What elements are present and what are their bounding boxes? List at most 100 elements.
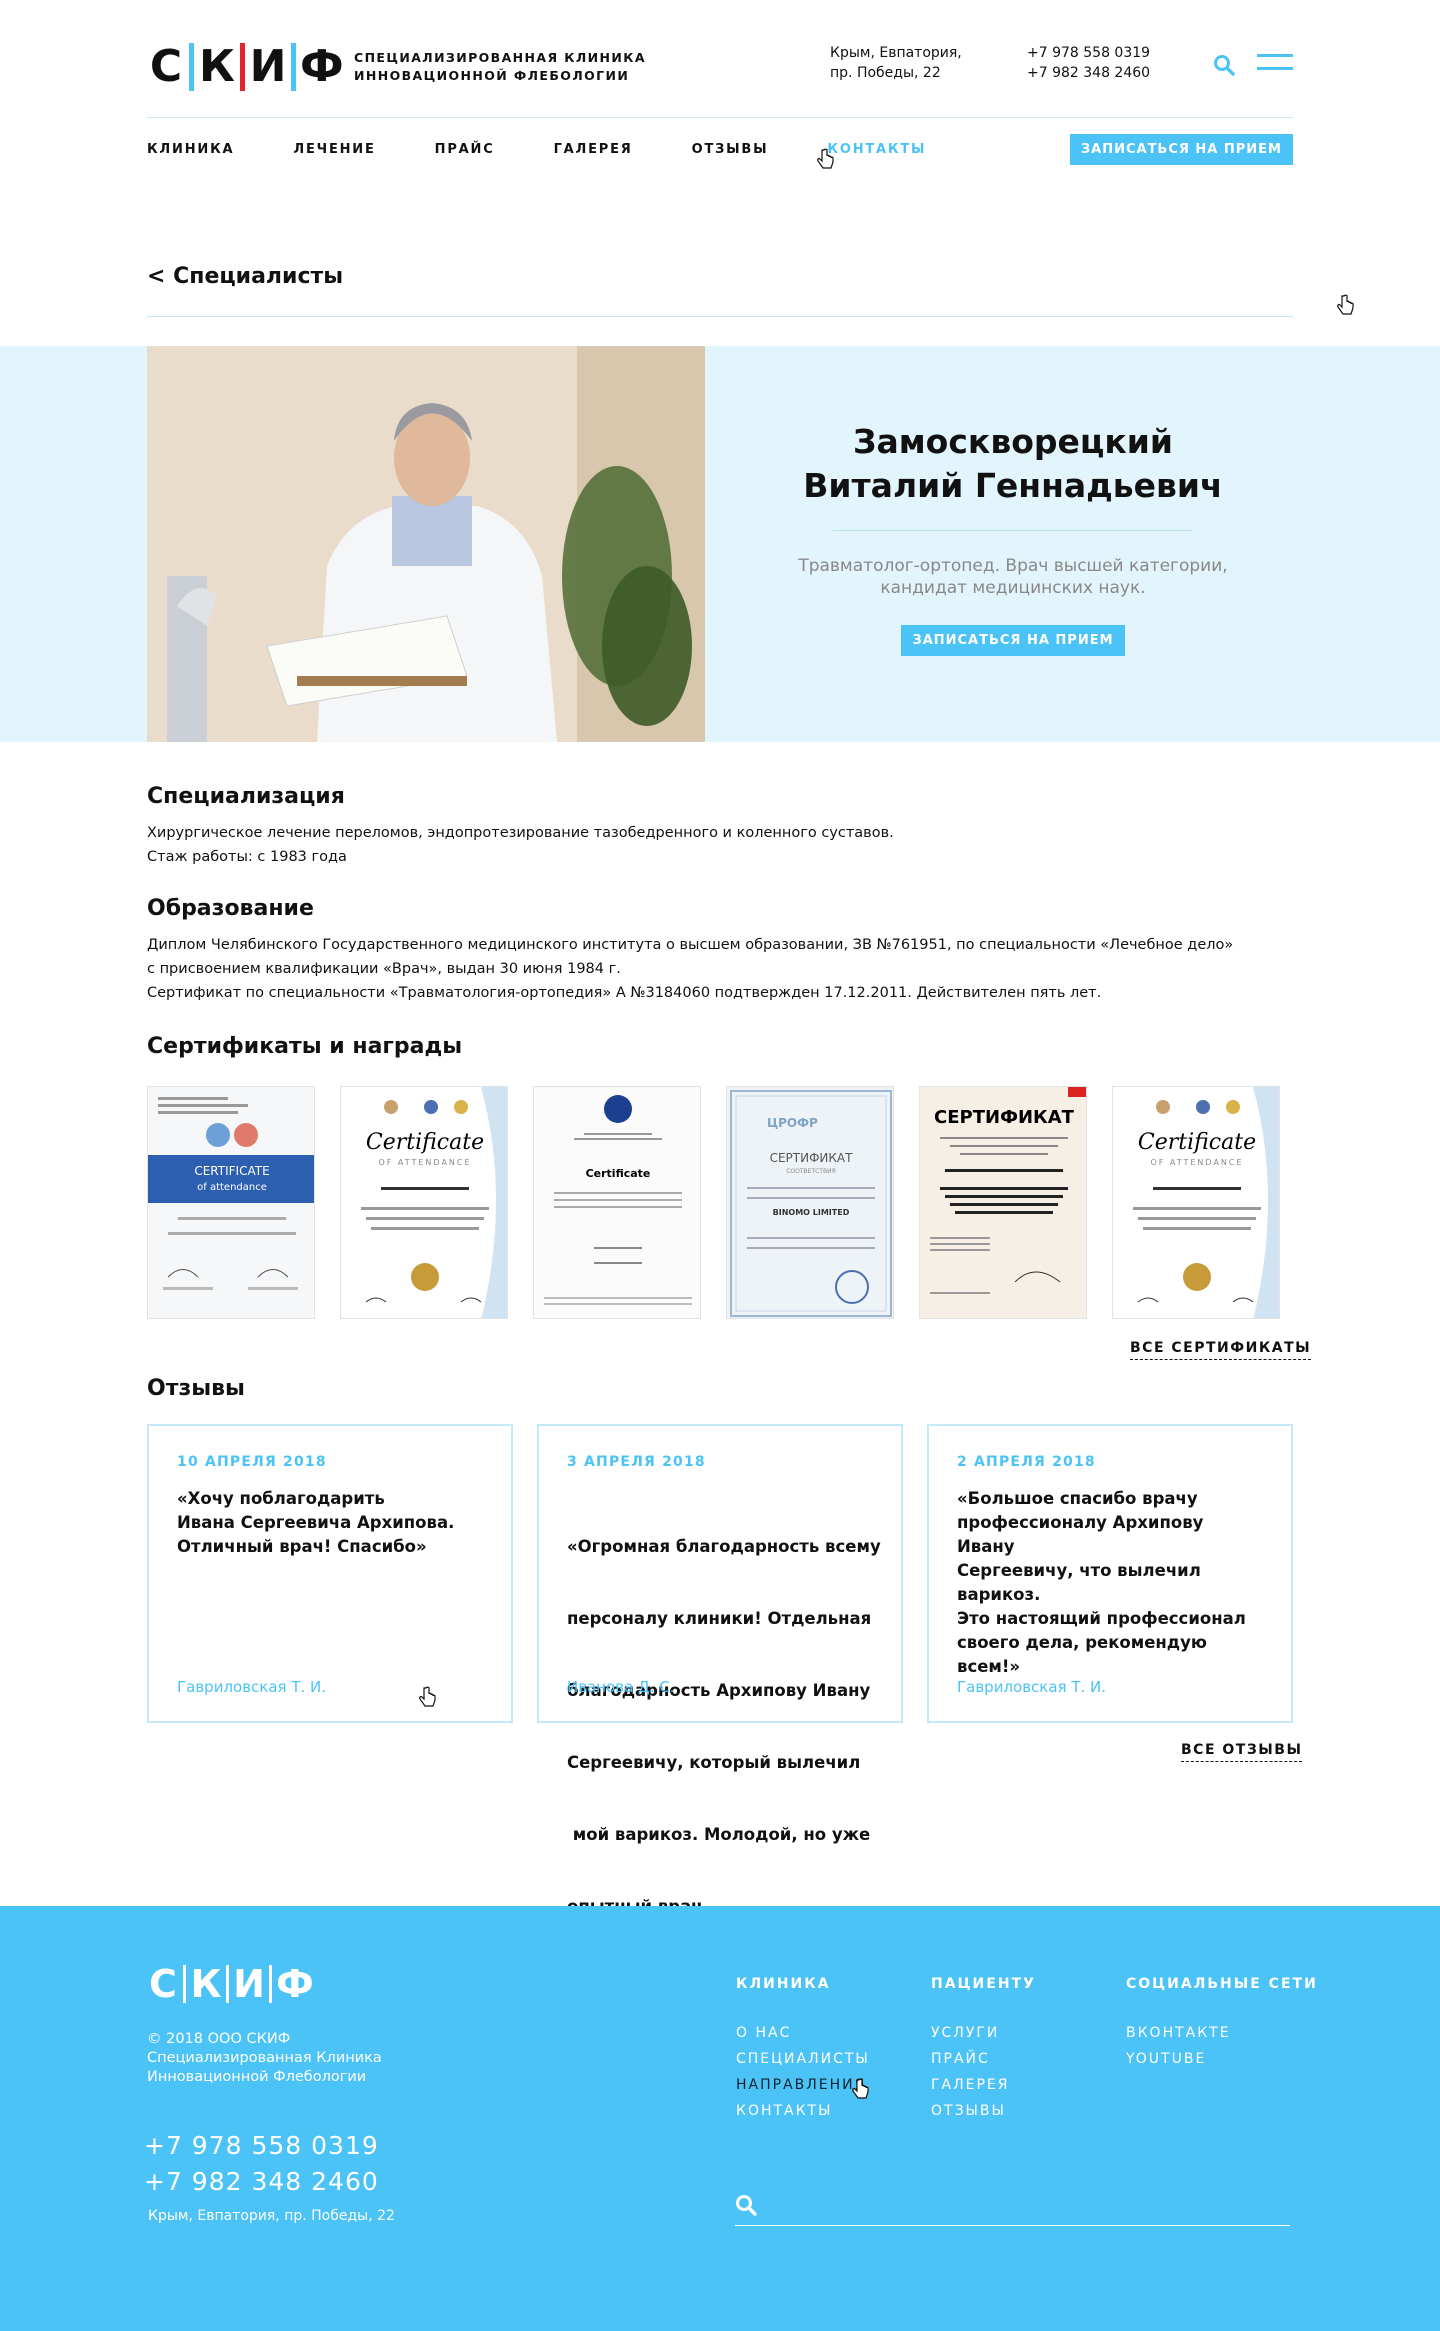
nav-items: Клиника Лечение Прайс Галерея Отзывы Кон…: [147, 142, 985, 157]
hand-cursor-icon: [419, 1686, 436, 1707]
address-line: пр. Победы, 22: [830, 65, 941, 81]
review-text-line: Отличный врач! Спасибо»: [177, 1537, 427, 1556]
back-to-specialists-link[interactable]: < Специалисты: [147, 264, 343, 289]
review-text-line: Ивана Сергеевича Архипова.: [177, 1513, 455, 1532]
doctor-info: Замоскворецкий Виталий Геннадьевич Травм…: [705, 346, 1321, 742]
section-title: Отзывы: [147, 1376, 245, 1401]
review-text: «Большое спасибо врачу профессионалу Арх…: [957, 1487, 1263, 1679]
text-line: с присвоением квалификации «Врач», выдан…: [147, 961, 621, 977]
book-appointment-button[interactable]: Записаться на прием: [901, 625, 1125, 656]
header-phones: +7 978 558 0319 +7 982 348 2460: [1027, 43, 1150, 83]
hand-cursor-icon: [817, 148, 834, 169]
review-card[interactable]: 3 апреля 2018 «Огромная благодарность вс…: [537, 1424, 903, 1916]
footer-link[interactable]: YouTube: [1126, 2046, 1318, 2072]
cert-subheading: OF ATTENDANCE: [1150, 1158, 1243, 1167]
review-author: Гавриловская Т. И.: [957, 1678, 1107, 1696]
nav-item-gallery[interactable]: Галерея: [554, 142, 633, 157]
footer-column-title: Клиника: [736, 1976, 831, 1992]
certificate-thumbnail[interactable]: Certificate OF ATTENDANCE: [340, 1086, 508, 1319]
certificates-section: Сертификаты и награды: [147, 1034, 1293, 1059]
review-date: 3 апреля 2018: [567, 1454, 706, 1470]
hamburger-line: [1257, 67, 1293, 70]
footer-link[interactable]: Направления: [736, 2072, 870, 2098]
footer-address: Крым, Евпатория, пр. Победы, 22: [148, 2208, 395, 2224]
nav-item-reviews[interactable]: Отзывы: [692, 142, 769, 157]
review-date: 2 апреля 2018: [957, 1454, 1096, 1470]
footer-search-input[interactable]: [735, 2184, 1290, 2226]
cert-logo-mark: ЦРОФР: [767, 1116, 818, 1130]
hamburger-icon[interactable]: [1257, 54, 1293, 80]
cert-heading: СЕРТИФИКАТ: [934, 1107, 1075, 1128]
footer-link[interactable]: О нас: [736, 2020, 870, 2046]
hand-cursor-icon: [1337, 294, 1354, 315]
footer-link[interactable]: Вконтакте: [1126, 2020, 1318, 2046]
footer-column-title: Пациенту: [931, 1976, 1036, 1992]
footer-logo[interactable]: С К И Ф: [147, 1962, 314, 2006]
review-author: Иванова Д. С.: [567, 1678, 675, 1696]
footer-link[interactable]: Специалисты: [736, 2046, 870, 2072]
text-line: Диплом Челябинского Государственного мед…: [147, 937, 1234, 953]
search-icon[interactable]: [735, 2194, 757, 2220]
logo-divider: [291, 43, 296, 91]
review-text: «Огромная благодарность всему персоналу …: [567, 1487, 881, 1967]
address-line: Крым, Евпатория,: [830, 45, 962, 61]
cert-subheading: of attendance: [197, 1182, 267, 1193]
nav-item-clinic[interactable]: Клиника: [147, 142, 234, 157]
divider: [147, 316, 1293, 317]
section-title: Образование: [147, 896, 314, 921]
review-text-line: «Хочу поблагодарить: [177, 1489, 385, 1508]
site-header-wrap: С К И Ф Специализированная клиника иннов…: [147, 0, 1293, 182]
cert-subheading: СООТВЕТСТВИЯ: [786, 1168, 836, 1175]
phone-link[interactable]: +7 982 348 2460: [144, 2164, 379, 2200]
logo-letter: И: [249, 41, 287, 92]
cert-accent-band: [148, 1155, 314, 1203]
review-text-line: Сергеевичу, что вылечил варикоз.: [957, 1561, 1201, 1604]
certificate-thumbnail[interactable]: CERTIFICATE of attendance: [147, 1086, 315, 1319]
logo[interactable]: С К И Ф Специализированная клиника иннов…: [147, 42, 646, 92]
review-text-line: Сергеевичу, который вылечил: [567, 1753, 861, 1772]
certificate-thumbnail[interactable]: СЕРТИФИКАТ: [919, 1086, 1087, 1319]
review-text-line: своего дела, рекомендую всем!»: [957, 1633, 1207, 1676]
all-certificates-link[interactable]: Все сертификаты: [1130, 1340, 1312, 1360]
header-address: Крым, Евпатория, пр. Победы, 22: [830, 43, 962, 83]
site-footer: С К И Ф © 2018 ООО СКИФ Специализированн…: [0, 1906, 1440, 2331]
phone-link[interactable]: +7 982 348 2460: [1027, 63, 1150, 83]
nav-item-treatment[interactable]: Лечение: [293, 142, 375, 157]
all-reviews-link[interactable]: Все отзывы: [1181, 1742, 1303, 1762]
footer-link[interactable]: Отзывы: [931, 2098, 1036, 2124]
footer-column-title: Социальные сети: [1126, 1976, 1318, 1992]
section-text: Диплом Челябинского Государственного мед…: [147, 933, 1293, 1005]
cert-heading: Certificate: [586, 1167, 651, 1180]
logo-letter: С: [149, 41, 183, 92]
search-icon[interactable]: [1213, 54, 1235, 80]
cert-heading: CERTIFICATE: [194, 1164, 269, 1178]
footer-link[interactable]: Контакты: [736, 2098, 870, 2124]
cert-heading: СЕРТИФИКАТ: [770, 1151, 854, 1165]
review-text-line: «Огромная благодарность всему: [567, 1537, 881, 1556]
footer-column-clinic: Клиника О нас Специалисты Направления Ко…: [736, 1976, 870, 2124]
review-author: Гавриловская Т. И.: [177, 1678, 327, 1696]
logo-letter: Ф: [276, 1962, 314, 2006]
certificate-thumbnail[interactable]: ЦРОФР СЕРТИФИКАТ СООТВЕТСТВИЯ BINOMO LIM…: [726, 1086, 894, 1319]
certificate-thumbnail[interactable]: Certificate OF ATTENDANCE: [1112, 1086, 1280, 1319]
doctor-photo: [147, 346, 705, 742]
phone-link[interactable]: +7 978 558 0319: [1027, 43, 1150, 63]
logo-divider: [269, 1965, 272, 2003]
review-card[interactable]: 10 апреля 2018 «Хочу поблагодарить Ивана…: [147, 1424, 513, 1723]
book-appointment-button[interactable]: Записаться на прием: [1069, 134, 1293, 165]
review-card[interactable]: 2 апреля 2018 «Большое спасибо врачу про…: [927, 1424, 1293, 1723]
nav-item-price[interactable]: Прайс: [435, 142, 495, 157]
footer-link[interactable]: Услуги: [931, 2020, 1036, 2046]
nav-item-contacts[interactable]: Контакты: [827, 142, 926, 157]
certificates-gallery: CERTIFICATE of attendance Certificate OF…: [147, 1086, 1280, 1319]
review-text-line: «Большое спасибо врачу: [957, 1489, 1198, 1508]
hand-cursor-icon: [852, 2078, 869, 2099]
footer-link[interactable]: Галерея: [931, 2072, 1036, 2098]
reviews-section: Отзывы: [147, 1376, 1293, 1401]
phone-link[interactable]: +7 978 558 0319: [144, 2128, 379, 2164]
certificate-thumbnail[interactable]: Certificate: [533, 1086, 701, 1319]
cert-heading: Certificate: [366, 1130, 484, 1155]
section-title: Сертификаты и награды: [147, 1034, 463, 1059]
logo-letter: К: [190, 1962, 222, 2006]
footer-link[interactable]: Прайс: [931, 2046, 1036, 2072]
